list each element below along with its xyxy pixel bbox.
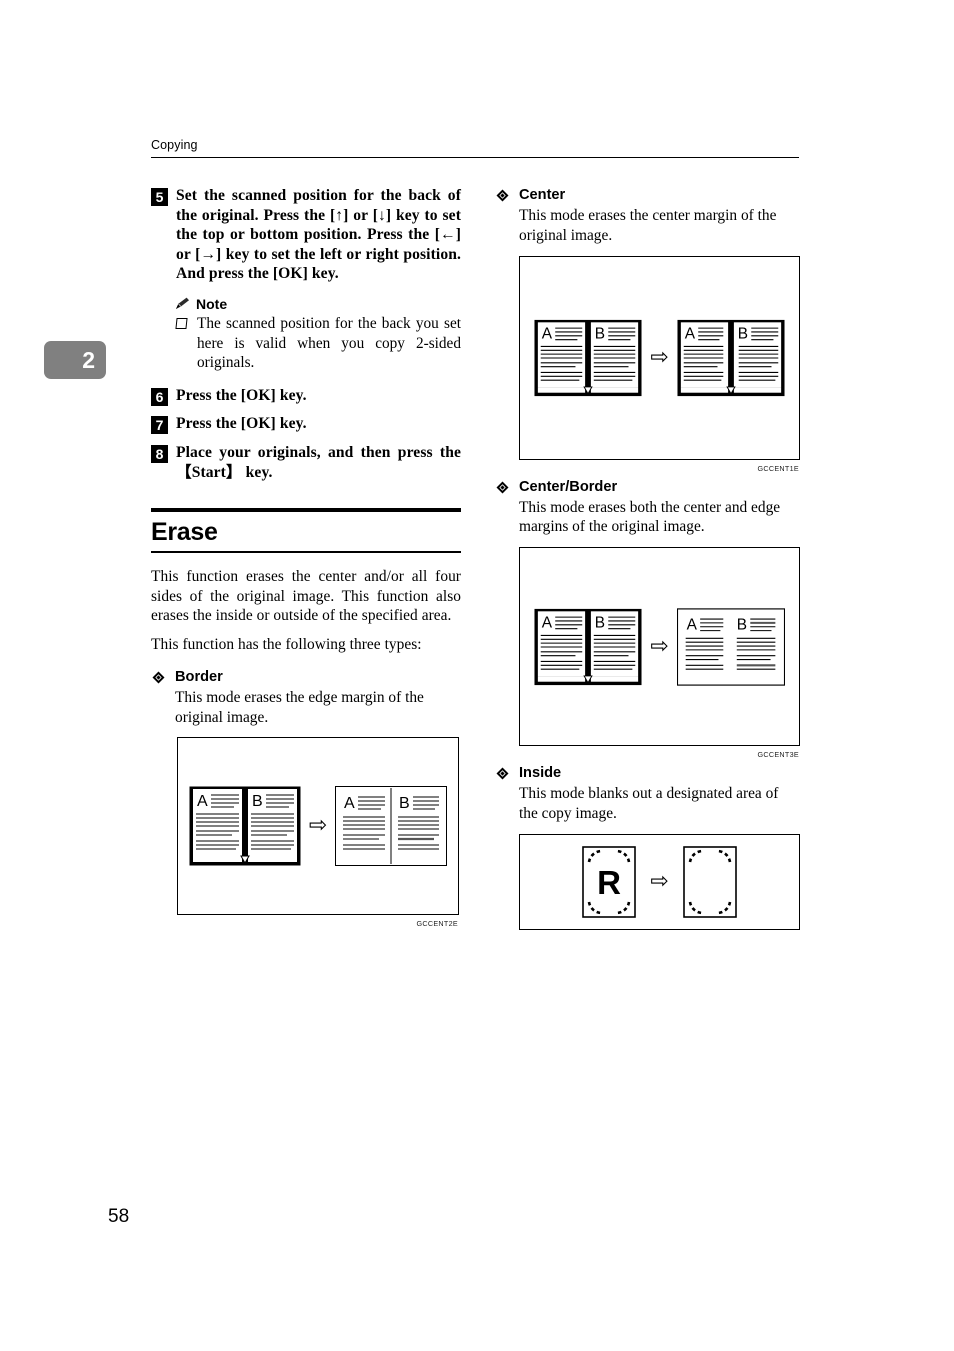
border-result-illustration: A B — [335, 786, 448, 867]
step-7: 7 Press the [OK] key. — [151, 414, 461, 435]
center-figure: A B ⇨ A B GCCENT1E — [519, 255, 800, 473]
svg-text:A: A — [686, 616, 697, 633]
step-number: 7 — [151, 416, 168, 435]
step-text: Place your originals, and then press the… — [176, 443, 461, 481]
center-mode-description: This mode erases the center margin of th… — [519, 207, 777, 244]
note-heading: Note — [175, 296, 461, 312]
step-number: 8 — [151, 444, 168, 463]
step-number: 5 — [151, 188, 168, 206]
figure-caption: GCCENT1E — [757, 463, 799, 473]
transform-arrow-icon: ⇨ — [650, 633, 669, 659]
right-column: Center This mode erases the center margi… — [495, 186, 800, 930]
note-block: Note The scanned position for the back y… — [175, 296, 461, 373]
header-rule — [151, 157, 799, 158]
inside-letter: R — [597, 864, 621, 901]
figure-caption: GCCENT2E — [416, 919, 458, 929]
svg-text:B: B — [595, 325, 605, 342]
inside-result-illustration — [682, 845, 737, 918]
note-item-text: The scanned position for the back you se… — [197, 314, 461, 372]
heading-rule-bottom — [151, 550, 461, 553]
running-head: Copying — [151, 138, 198, 152]
border-figure: A B ⇨ A B GCCENT2E — [177, 737, 459, 928]
center-border-figure: A B ⇨ A B GCCENT3E — [519, 547, 800, 759]
pencil-icon — [175, 297, 190, 310]
inside-mode-title: Inside — [519, 765, 562, 782]
step-text: Set the scanned position for the back of… — [176, 187, 461, 283]
svg-text:B: B — [737, 616, 747, 633]
svg-text:A: A — [344, 795, 355, 812]
open-book-illustration: A B — [534, 608, 642, 685]
center-border-result-illustration: A B — [676, 608, 785, 686]
svg-text:B: B — [252, 793, 263, 810]
center-result-illustration: A B — [677, 319, 785, 396]
border-mode-description: This mode erases the edge margin of the … — [175, 688, 424, 726]
diamond-bullet-icon — [496, 481, 509, 494]
note-bullet-icon — [175, 317, 188, 329]
inside-mode-block: Inside This mode blanks out a designated… — [495, 764, 800, 930]
page-number: 58 — [108, 1206, 130, 1227]
center-border-mode-heading: Center/Border — [495, 478, 800, 496]
open-book-illustration: A B — [534, 319, 642, 396]
svg-text:B: B — [737, 325, 747, 342]
transform-arrow-icon: ⇨ — [308, 813, 328, 839]
diamond-bullet-icon — [152, 671, 165, 684]
transform-arrow-icon: ⇨ — [650, 868, 669, 894]
step-5: 5 Set the scanned position for the back … — [151, 186, 461, 284]
step-text: Press the [OK] key. — [176, 415, 307, 433]
svg-text:A: A — [542, 614, 553, 631]
open-book-illustration: A B — [189, 786, 301, 866]
inside-source-illustration: R — [582, 845, 637, 918]
border-mode-heading: Border — [151, 668, 461, 686]
step-text: Press the [OK] key. — [176, 386, 307, 404]
center-mode-title: Center — [519, 187, 566, 203]
left-column: 5 Set the scanned position for the back … — [151, 186, 461, 928]
section-title: Erase — [151, 517, 218, 546]
step-6: 6 Press the [OK] key. — [151, 386, 461, 406]
border-mode-title: Border — [175, 668, 223, 685]
transform-arrow-icon: ⇨ — [650, 344, 669, 370]
inside-mode-description: This mode blanks out a designated area o… — [519, 785, 779, 822]
note-item: The scanned position for the back you se… — [175, 314, 461, 373]
border-mode-block: Border This mode erases the edge margin … — [151, 668, 461, 928]
svg-text:B: B — [399, 795, 410, 812]
erase-section-heading: Erase — [151, 508, 461, 553]
diamond-bullet-icon — [496, 189, 509, 202]
figure-caption: GCCENT3E — [757, 750, 799, 760]
center-border-mode-block: Center/Border This mode erases both the … — [495, 478, 800, 759]
erase-paragraph-2: This function has the following three ty… — [151, 636, 422, 654]
svg-text:A: A — [197, 793, 208, 810]
center-mode-heading: Center — [495, 186, 800, 204]
step-number: 6 — [151, 387, 168, 406]
inside-mode-heading: Inside — [495, 764, 800, 782]
note-title: Note — [196, 295, 228, 312]
chapter-tab: 2 — [44, 341, 106, 379]
erase-paragraph-1: This function erases the center and/or a… — [151, 567, 461, 625]
svg-text:A: A — [684, 325, 695, 342]
center-border-mode-title: Center/Border — [519, 478, 618, 495]
document-page: 2 Copying 58 5 Set the scanned position … — [0, 0, 954, 1351]
svg-text:B: B — [595, 614, 605, 631]
inside-figure: R ⇨ — [519, 833, 800, 930]
center-border-mode-description: This mode erases both the center and edg… — [519, 498, 781, 536]
center-mode-block: Center This mode erases the center margi… — [495, 186, 800, 473]
step-8: 8 Place your originals, and then press t… — [151, 443, 461, 482]
diamond-bullet-icon — [496, 767, 509, 780]
svg-text:A: A — [542, 325, 553, 342]
